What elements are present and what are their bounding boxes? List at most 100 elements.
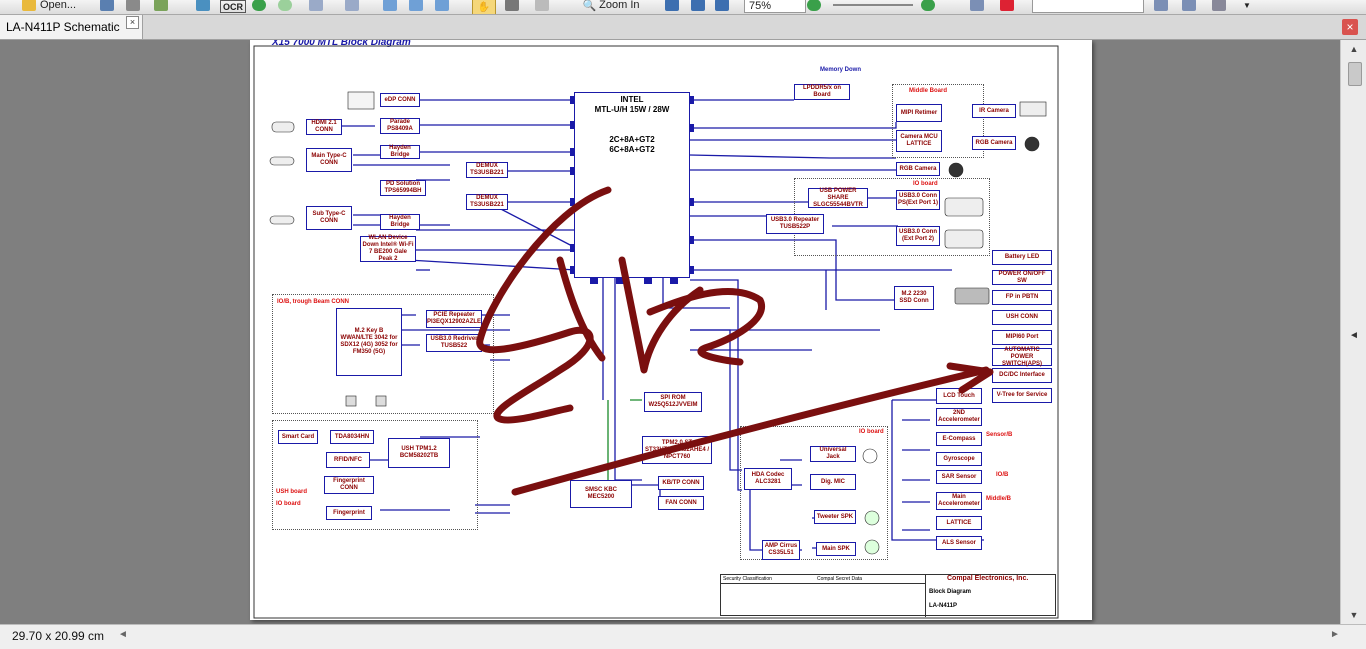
zoom-level-field[interactable]: 75% <box>744 0 806 13</box>
sub-typec-conn: Sub Type-C CONN <box>306 206 352 230</box>
scroll-left-arrow-icon[interactable]: ◄ <box>118 629 128 640</box>
zoom-out-button[interactable] <box>806 0 822 13</box>
pages-button[interactable] <box>430 0 454 13</box>
search-input[interactable] <box>1032 0 1144 13</box>
fingerprint: Fingerprint <box>326 506 372 520</box>
page-layout-button[interactable] <box>404 0 428 13</box>
kb-tp-conn: KB/TP CONN <box>658 476 704 490</box>
undo-button[interactable] <box>304 0 328 13</box>
usb3-conn-port1: USB3.0 Conn PS(Ext Port 1) <box>896 190 940 210</box>
find-button[interactable] <box>1150 0 1172 13</box>
gyroscope: Gyroscope <box>936 452 982 466</box>
ush-conn: USH CONN <box>992 310 1052 325</box>
redo-button[interactable] <box>340 0 364 13</box>
schematic-page: X15 7000 MTL Block Diagram IO/B, trough … <box>250 40 1092 620</box>
hdmi-conn: HDMI 2.1 CONN <box>306 119 342 135</box>
email-button[interactable] <box>194 0 212 13</box>
open-button[interactable]: Open... <box>14 0 84 13</box>
io-b-label: IO/B <box>996 472 1009 478</box>
sar-sensor: SAR Sensor <box>936 470 982 484</box>
copy-button[interactable] <box>378 0 402 13</box>
ask-button[interactable] <box>996 0 1018 13</box>
vertical-scrollbar[interactable]: ▲ ◄ ▼ <box>1340 40 1366 624</box>
link-button[interactable] <box>966 0 988 13</box>
hayden-bridge-2: Hayden Bridge <box>380 214 420 230</box>
tab-bar: LA-N411P Schematic × × <box>0 15 1366 40</box>
scroll-right-arrow-icon[interactable]: ► <box>1330 629 1340 640</box>
company-name: Compal Electronics, Inc. <box>947 575 1029 582</box>
dcdc-interface: DC/DC Interface <box>992 368 1052 383</box>
minus-icon <box>807 0 821 11</box>
back-arrow-icon <box>252 0 266 11</box>
fit-width-button[interactable] <box>714 0 730 13</box>
main-accelerometer: Main Accelerometer <box>936 492 982 510</box>
toolbar: Open... OCR ✋ 🔍 Zoom In 75% ▼ <box>0 0 1366 15</box>
tab-close-icon[interactable]: × <box>126 16 139 29</box>
scroll-expand-icon[interactable]: ◄ <box>1341 330 1366 341</box>
smart-card: Smart Card <box>278 430 318 444</box>
v-tree-service: V-Tree for Service <box>992 388 1052 403</box>
link-icon <box>970 0 984 11</box>
save-button[interactable] <box>98 0 116 13</box>
chevron-down-icon: ▼ <box>1243 0 1251 10</box>
usb-power-share: USB POWER SHARE SLGC55544BVTR <box>808 188 868 208</box>
tab-document[interactable]: LA-N411P Schematic × <box>0 15 143 39</box>
print-button[interactable] <box>124 0 142 13</box>
amp-cirrus: AMP Cirrus CS35L51 <box>762 540 800 560</box>
ir-camera: IR Camera <box>972 104 1016 118</box>
toolbar-options-button[interactable]: ▼ <box>1240 0 1254 13</box>
hayden-bridge-1: Hayden Bridge <box>380 145 420 159</box>
select-icon <box>535 0 549 11</box>
zoom-in-button[interactable]: 🔍 Zoom In <box>572 0 650 13</box>
m2-wwan: M.2 Key B WWAN/LTE 3042 for SDX12 (4G) 3… <box>336 308 402 376</box>
cpu-block: INTEL MTL-U/H 15W / 28W 2C+8A+GT2 6C+8A+… <box>574 92 690 278</box>
hda-codec: HDA Codec ALC3281 <box>744 468 792 490</box>
copy-icon <box>383 0 397 11</box>
zoom-slider[interactable] <box>830 0 916 13</box>
actual-size-button[interactable] <box>664 0 680 13</box>
stamp-button[interactable] <box>150 0 172 13</box>
m2-ssd-conn: M.2 2230 SSD Conn <box>894 286 934 310</box>
snapshot-button[interactable] <box>502 0 522 13</box>
hand-tool-button[interactable]: ✋ <box>472 0 496 14</box>
hand-icon: ✋ <box>477 1 491 13</box>
ush-tpm: USH TPM1.2 BCM58202TB <box>388 438 450 468</box>
ocr-button[interactable]: OCR <box>220 0 246 13</box>
find-next-button[interactable] <box>1178 0 1200 13</box>
document-workspace[interactable]: X15 7000 MTL Block Diagram IO/B, trough … <box>0 40 1340 624</box>
close-document-button[interactable]: × <box>1342 19 1358 35</box>
fit-page-button[interactable] <box>690 0 706 13</box>
lpddr-block: LPDDR5/x on Board <box>794 84 850 100</box>
2nd-accelerometer: 2ND Accelerometer <box>936 408 982 426</box>
main-typec-conn: Main Type-C CONN <box>306 148 352 172</box>
ask-icon <box>1000 0 1014 11</box>
scrollbar-thumb[interactable] <box>1348 62 1362 86</box>
main-spk: Main SPK <box>816 542 856 556</box>
mipi-retimer: MIPI Retimer <box>896 104 942 122</box>
scroll-up-arrow-icon[interactable]: ▲ <box>1341 40 1366 58</box>
mipi60-port: MIPI60 Port <box>992 330 1052 345</box>
lattice-block: LATTICE <box>936 516 982 530</box>
e-compass: E-Compass <box>936 432 982 446</box>
scroll-down-arrow-icon[interactable]: ▼ <box>1341 606 1366 624</box>
save-icon <box>100 0 114 11</box>
smsc-kbc: SMSC KBC MEC5200 <box>570 480 632 508</box>
print-icon <box>126 0 140 11</box>
title-block: Security Classification Compal Secret Da… <box>720 574 1056 617</box>
camera-icon <box>505 0 519 11</box>
automatic-power-switch: AUTOMATIC POWER SWITCH(APS) <box>992 347 1052 367</box>
undo-icon <box>309 0 323 11</box>
dig-mic: Dig. MIC <box>810 474 856 490</box>
forward-button[interactable] <box>276 0 294 13</box>
pd-solution: PD Solution TPS65994BH <box>380 180 426 196</box>
slider-track <box>833 4 913 6</box>
tools-button[interactable] <box>1208 0 1230 13</box>
select-button[interactable] <box>530 0 554 13</box>
back-button[interactable] <box>250 0 268 13</box>
edp-conn: eDP CONN <box>380 93 420 107</box>
fan-conn: FAN CONN <box>658 496 704 510</box>
zoom-in-plus-button[interactable] <box>920 0 936 13</box>
usb3-repeater: USB3.0 Repeater TUSB522P <box>766 214 824 234</box>
find-icon <box>1154 0 1168 11</box>
universal-jack: Universal Jack <box>810 446 856 462</box>
